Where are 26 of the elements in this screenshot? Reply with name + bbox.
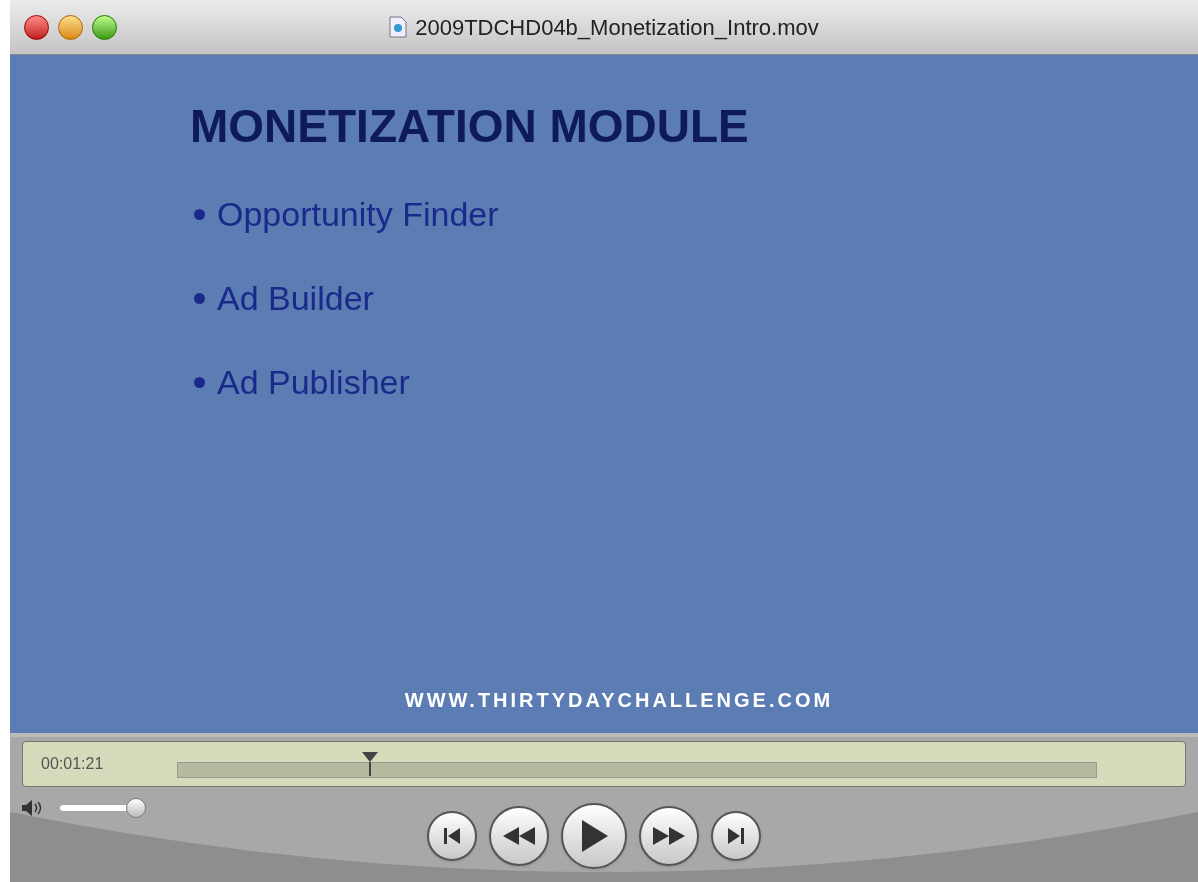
bullet-icon (194, 292, 205, 304)
file-icon (389, 16, 408, 38)
bullet-text: Ad Publisher (217, 365, 410, 399)
close-button[interactable] (24, 14, 49, 40)
skip-back-icon (442, 826, 462, 846)
bullet-text: Opportunity Finder (217, 197, 499, 231)
slide-heading: MONETIZATION MODULE (190, 103, 750, 149)
play-button[interactable] (561, 803, 627, 869)
skip-back-button[interactable] (427, 811, 477, 861)
fast-forward-button[interactable] (639, 806, 699, 866)
rewind-button[interactable] (489, 806, 549, 866)
rewind-icon (503, 827, 535, 845)
fast-forward-icon (653, 827, 685, 845)
website-address: WWW.THIRTYDAYCHALLENGE.COM (404, 688, 834, 713)
time-display: 00:01:21 (41, 754, 105, 774)
bullet-icon (194, 376, 205, 388)
volume-thumb[interactable] (126, 798, 146, 818)
minimize-button[interactable] (58, 14, 83, 40)
skip-forward-button[interactable] (711, 811, 761, 861)
bullet-text: Ad Builder (217, 281, 374, 315)
playhead[interactable] (360, 750, 381, 776)
skip-forward-icon (726, 826, 746, 846)
play-icon (580, 820, 608, 852)
bullet-icon (194, 208, 205, 220)
zoom-button[interactable] (92, 14, 117, 40)
window-title: 2009TDCHD04b_Monetization_Intro.mov (415, 13, 819, 42)
